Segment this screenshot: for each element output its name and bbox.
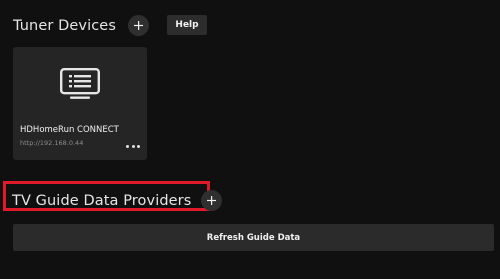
device-url: http://192.168.0.44 [20,139,84,147]
more-horizontal-icon[interactable] [126,143,140,149]
refresh-guide-data-button[interactable]: Refresh Guide Data [13,224,494,251]
more-dot [126,144,129,148]
device-card[interactable]: HDHomeRun CONNECT http://192.168.0.44 [13,47,147,160]
help-button[interactable]: Help [167,15,207,35]
plus-icon [207,196,217,205]
more-dot [131,144,135,148]
more-dot [137,144,140,148]
tuner-devices-header: Tuner Devices [13,15,149,36]
add-provider-button[interactable] [201,190,223,211]
plus-icon [133,21,143,30]
tuner-devices-title: Tuner Devices [13,17,116,34]
tv-guide-icon [60,68,100,99]
add-tuner-device-button[interactable] [127,15,149,36]
device-name: HDHomeRun CONNECT [20,125,119,135]
providers-header: TV Guide Data Providers [12,190,223,211]
page: Tuner Devices Help HDHomeRun CONNECT htt… [0,0,500,279]
providers-title: TV Guide Data Providers [12,192,192,209]
